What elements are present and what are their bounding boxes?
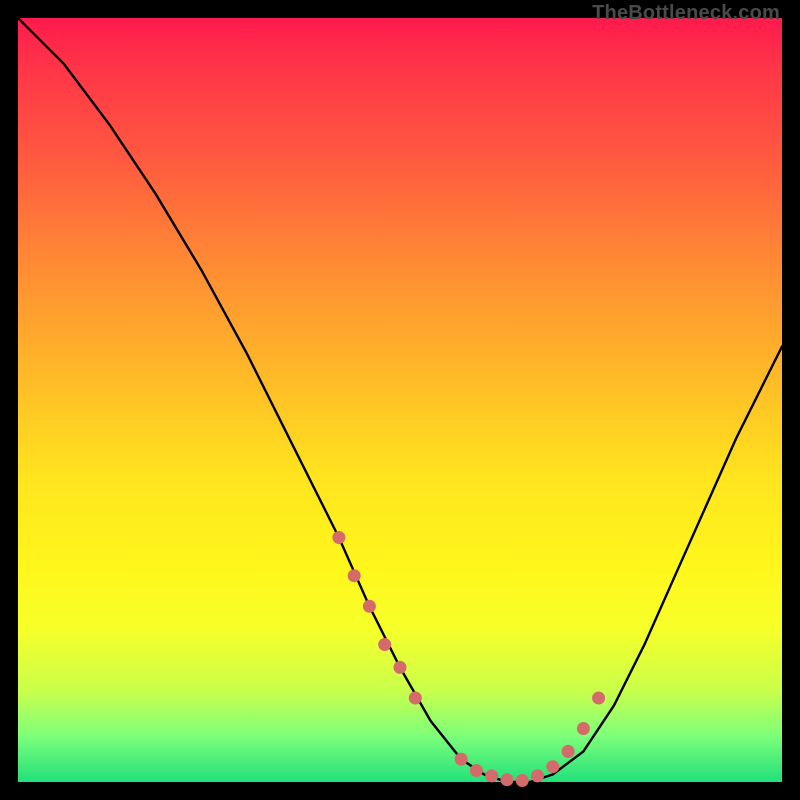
highlight-dot [592,692,605,705]
highlight-dot [363,600,376,613]
highlight-dot [546,760,559,773]
highlight-dot [577,722,590,735]
highlight-dot [562,745,575,758]
highlight-dot [378,638,391,651]
highlight-dot [409,692,422,705]
highlight-dot [485,769,498,782]
highlight-dot [531,769,544,782]
highlight-dot [516,774,529,787]
highlight-dot [501,773,514,786]
chart-stage: TheBottleneck.com [0,0,800,800]
highlight-dot [455,753,468,766]
highlight-dot [348,569,361,582]
highlight-dot [332,531,345,544]
highlight-dots [332,531,605,787]
plot-area [18,18,782,782]
highlight-dot [394,661,407,674]
chart-svg [18,18,782,782]
highlight-dot [470,764,483,777]
watermark-text: TheBottleneck.com [592,2,780,25]
